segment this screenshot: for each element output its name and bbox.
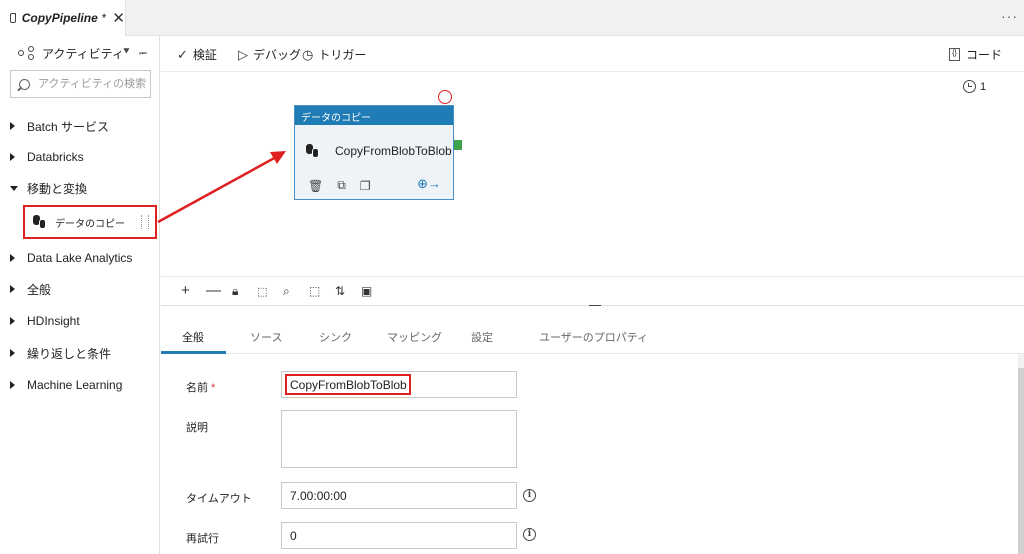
scrollbar-thumb[interactable] bbox=[1018, 368, 1024, 554]
category-general[interactable]: 全般 bbox=[10, 279, 51, 299]
activity-search-input[interactable] bbox=[38, 78, 148, 90]
collapse-all-icon[interactable]: ⯆ bbox=[122, 46, 131, 59]
select-area-icon[interactable]: ⬚ bbox=[309, 284, 320, 298]
activities-panel: アクティビティ ⯆ ⭰ Batch サービス Databricks 移動と変換 … bbox=[0, 36, 160, 554]
category-label: 移動と変換 bbox=[27, 181, 88, 196]
play-icon: ▷ bbox=[238, 46, 248, 62]
name-label: 名前 * bbox=[186, 382, 216, 394]
auto-align-icon[interactable]: ⇅ bbox=[335, 284, 345, 298]
activities-icon bbox=[18, 46, 36, 60]
category-iteration-conditionals[interactable]: 繰り返しと条件 bbox=[10, 343, 111, 363]
retry-label: 再試行 bbox=[186, 533, 219, 545]
debug-button[interactable]: ▷ デバッグ bbox=[238, 46, 301, 63]
pipeline-tab[interactable]: CopyPipeline * ✕ bbox=[0, 0, 126, 36]
copy-data-icon bbox=[306, 144, 322, 158]
parameters-badge[interactable]: 1 bbox=[963, 80, 986, 93]
copy-data-icon bbox=[33, 215, 49, 229]
timeout-field[interactable] bbox=[281, 482, 517, 509]
expand-triangle-icon bbox=[10, 285, 15, 293]
zoom-to-fit-icon[interactable]: ⌕ bbox=[283, 284, 290, 299]
category-label: 全般 bbox=[27, 282, 52, 297]
validate-button[interactable]: ✓ 検証 bbox=[177, 46, 217, 63]
pipeline-canvas[interactable]: 1 データのコピー CopyFromBlobToBlob 🗑︎ ⧉ ❐ ⊕→ bbox=[161, 72, 1024, 276]
code-button[interactable]: {} コード bbox=[948, 46, 1002, 63]
activities-title: アクティビティ bbox=[42, 46, 124, 61]
category-label: 繰り返しと条件 bbox=[27, 346, 112, 361]
info-icon[interactable]: i bbox=[523, 528, 536, 541]
expand-triangle-icon bbox=[10, 381, 15, 389]
category-databricks[interactable]: Databricks bbox=[10, 147, 84, 167]
category-move-transform[interactable]: 移動と変換 bbox=[10, 178, 87, 198]
category-data-lake-analytics[interactable]: Data Lake Analytics bbox=[10, 248, 132, 268]
add-output-icon[interactable]: ⊕→ bbox=[417, 176, 441, 192]
tab-source[interactable]: ソース bbox=[250, 329, 282, 345]
pipeline-icon bbox=[10, 13, 16, 23]
activity-node-header: データのコピー bbox=[295, 106, 453, 125]
tab-sink[interactable]: シンク bbox=[319, 329, 352, 345]
expand-triangle-icon bbox=[10, 153, 15, 161]
check-icon: ✓ bbox=[177, 46, 188, 62]
info-icon[interactable]: i bbox=[523, 489, 536, 502]
description-label: 説明 bbox=[186, 422, 208, 434]
name-field-highlight bbox=[285, 374, 411, 395]
copy-data-label: データのコピー bbox=[55, 218, 125, 230]
expand-triangle-icon bbox=[10, 122, 15, 130]
clone-icon[interactable]: ❐ bbox=[360, 179, 371, 193]
category-label: Machine Learning bbox=[27, 378, 123, 392]
zoom-out-icon[interactable]: — bbox=[206, 282, 221, 299]
success-output-port[interactable] bbox=[454, 140, 462, 150]
more-options-icon[interactable]: ··· bbox=[1001, 8, 1018, 24]
parameters-icon bbox=[963, 80, 976, 93]
zoom-100-icon[interactable]: ⬚ bbox=[257, 285, 267, 298]
unsaved-marker: * bbox=[101, 11, 107, 25]
category-batch[interactable]: Batch サービス bbox=[10, 116, 109, 136]
tab-general[interactable]: 全般 bbox=[182, 329, 204, 345]
trigger-button[interactable]: ◷ トリガー bbox=[302, 46, 366, 63]
activity-search[interactable] bbox=[10, 70, 151, 98]
active-tab-indicator bbox=[161, 351, 226, 354]
view-code-icon[interactable]: ⧉ bbox=[337, 178, 346, 193]
pipeline-tab-title: CopyPipeline bbox=[21, 11, 98, 25]
close-icon[interactable]: ✕ bbox=[112, 11, 125, 26]
tab-mapping[interactable]: マッピング bbox=[387, 329, 442, 345]
pipeline-toolbar: ✓ 検証 ▷ デバッグ ◷ トリガー {} コード bbox=[161, 36, 1024, 72]
description-field[interactable] bbox=[281, 410, 517, 468]
error-indicator-icon[interactable] bbox=[438, 90, 452, 104]
tab-settings[interactable]: 設定 bbox=[471, 329, 493, 345]
properties-tabs: 全般 ソース シンク マッピング 設定 ユーザーのプロパティ bbox=[161, 320, 1024, 354]
timeout-label: タイムアウト bbox=[186, 493, 252, 505]
expand-triangle-icon bbox=[10, 349, 15, 357]
drag-handle[interactable] bbox=[141, 215, 149, 229]
document-tab-bar: CopyPipeline * ✕ ··· bbox=[0, 0, 1024, 36]
copy-activity-node[interactable]: データのコピー CopyFromBlobToBlob 🗑︎ ⧉ ❐ ⊕→ bbox=[294, 105, 454, 200]
copy-data-activity-item[interactable]: データのコピー bbox=[23, 205, 157, 239]
tab-user-properties[interactable]: ユーザーのプロパティ bbox=[539, 329, 648, 345]
activity-node-actions: 🗑︎ ⧉ ❐ bbox=[308, 178, 385, 193]
pin-icon[interactable]: ⭰ bbox=[139, 45, 147, 64]
activity-node-name: CopyFromBlobToBlob bbox=[335, 144, 452, 158]
category-hdinsight[interactable]: HDInsight bbox=[10, 311, 80, 331]
lock-icon[interactable]: 🔒︎ bbox=[232, 284, 238, 299]
expand-triangle-icon bbox=[10, 254, 15, 262]
delete-icon[interactable]: 🗑︎ bbox=[308, 179, 323, 193]
category-label: Data Lake Analytics bbox=[27, 251, 133, 265]
category-label: Databricks bbox=[27, 150, 84, 164]
expand-triangle-icon bbox=[10, 317, 15, 325]
trigger-icon: ◷ bbox=[302, 46, 314, 62]
activities-header: アクティビティ bbox=[0, 36, 160, 70]
layout-icon[interactable]: ▣ bbox=[361, 284, 372, 298]
category-label: Batch サービス bbox=[27, 119, 110, 134]
collapse-triangle-icon bbox=[10, 185, 18, 191]
canvas-zoom-toolbar: + — 🔒︎ ⬚ ⌕ ⬚ ⇅ ▣ bbox=[161, 276, 1024, 307]
zoom-in-icon[interactable]: + bbox=[181, 282, 190, 299]
code-icon: {} bbox=[948, 48, 960, 61]
properties-panel: 全般 ソース シンク マッピング 設定 ユーザーのプロパティ 名前* 説明 タイ… bbox=[161, 306, 1024, 554]
search-icon bbox=[19, 78, 30, 90]
retry-field[interactable] bbox=[281, 522, 517, 549]
category-label: HDInsight bbox=[27, 314, 80, 328]
category-machine-learning[interactable]: Machine Learning bbox=[10, 375, 122, 395]
activity-node-body: CopyFromBlobToBlob bbox=[306, 144, 452, 158]
